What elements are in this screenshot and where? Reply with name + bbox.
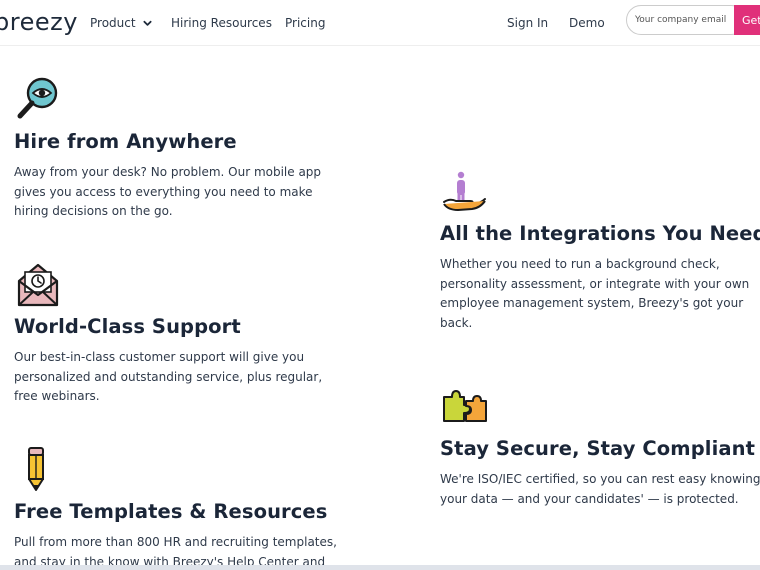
nav-product-label: Product <box>90 16 136 30</box>
feature-hire-from-anywhere: Hire from Anywhere Away from your desk? … <box>14 76 344 222</box>
feature-secure-compliant: Stay Secure, Stay Compliant We're ISO/IE… <box>440 383 760 509</box>
feature-world-class-support: World-Class Support Our best-in-class cu… <box>14 261 344 407</box>
get-started-button[interactable]: Get <box>734 5 760 35</box>
nav-demo[interactable]: Demo <box>569 16 605 30</box>
feature-title: Stay Secure, Stay Compliant <box>440 437 756 460</box>
feature-description: We're ISO/IEC certified, so you can rest… <box>440 472 760 506</box>
nav-pricing[interactable]: Pricing <box>285 16 325 30</box>
puzzle-pieces-icon <box>443 390 487 422</box>
breezy-logo[interactable]: breezy <box>0 8 78 36</box>
nav-sign-in[interactable]: Sign In <box>507 16 548 30</box>
feature-templates-resources: Free Templates & Resources Pull from mor… <box>14 446 344 570</box>
page-bottom-edge <box>0 565 760 570</box>
company-email-input[interactable] <box>626 5 746 35</box>
feature-title: Hire from Anywhere <box>14 130 237 153</box>
feature-integrations: All the Integrations You Need Whether yo… <box>440 168 760 333</box>
nav-hiring-resources[interactable]: Hiring Resources <box>171 16 272 30</box>
top-navigation: breezy Product Hiring Resources Pricing … <box>0 0 760 46</box>
nav-product[interactable]: Product <box>90 16 152 30</box>
magnifying-glass-eye-icon <box>17 77 58 119</box>
feature-title: All the Integrations You Need <box>440 222 760 245</box>
feature-title: Free Templates & Resources <box>14 500 328 523</box>
chevron-down-icon <box>143 20 152 26</box>
hand-person-icon <box>443 171 486 211</box>
feature-description: Whether you need to run a background che… <box>440 257 750 330</box>
feature-title: World-Class Support <box>14 315 241 338</box>
pencil-icon <box>28 447 44 491</box>
feature-description: Our best-in-class customer support will … <box>14 350 323 403</box>
feature-description: Away from your desk? No problem. Our mob… <box>14 165 322 218</box>
envelope-clock-icon <box>17 263 59 307</box>
